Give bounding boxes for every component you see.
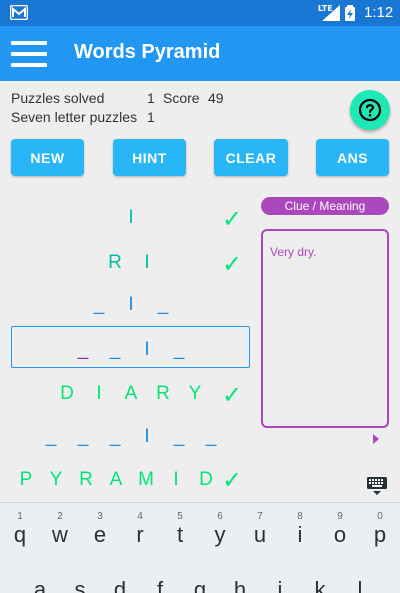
seven-letter-label: Seven letter puzzles [11, 109, 138, 125]
key-h[interactable]: h [220, 573, 260, 593]
letter-cell: I [144, 339, 150, 360]
letter-cell: _ [109, 339, 121, 360]
key-u[interactable]: 7u [240, 503, 280, 563]
letter-cell: Y [188, 383, 202, 404]
letter-cell: D [60, 383, 74, 404]
hint-button[interactable]: HINT [113, 139, 186, 176]
letter-cell: _ [157, 294, 169, 315]
keyboard-toggle-icon[interactable] [366, 476, 388, 496]
key-g[interactable]: g [180, 573, 220, 593]
key-s[interactable]: s [60, 573, 100, 593]
hamburger-menu-icon[interactable] [11, 41, 47, 67]
help-question-icon [358, 98, 382, 122]
letter-cell: I [128, 207, 134, 228]
letter-cell: Y [49, 469, 63, 490]
row-5-solved-check-icon: ✓ [222, 381, 243, 409]
score-value: 49 [208, 90, 224, 106]
letter-cell: _ [77, 426, 89, 447]
key-k[interactable]: k [300, 573, 340, 593]
letter-cell: _ [205, 426, 217, 447]
key-y[interactable]: 6y [200, 503, 240, 563]
soft-keyboard: 1q 2w 3e 4r 5t 6y 7u 8i 9o 0p a s d f g … [0, 502, 400, 593]
letter-cell: M [138, 469, 154, 490]
key-o[interactable]: 9o [320, 503, 360, 563]
letter-cell: R [108, 252, 122, 273]
letter-cell: I [144, 426, 150, 447]
key-d[interactable]: d [100, 573, 140, 593]
key-l[interactable]: l [340, 573, 380, 593]
next-clue-arrow-icon[interactable] [373, 434, 379, 444]
key-a[interactable]: a [20, 573, 60, 593]
letter-cell: I [173, 469, 179, 490]
letter-cell: P [19, 469, 33, 490]
letter-cell: _ [109, 426, 121, 447]
pyramid-row-1[interactable]: I [11, 207, 251, 229]
key-f[interactable]: f [140, 573, 180, 593]
clock: 1:12 [364, 4, 394, 21]
letter-cell: _ [45, 426, 57, 447]
pyramid-row-4[interactable]: _ _ I _ [11, 339, 251, 361]
letter-cell: A [124, 383, 138, 404]
status-bar: LTE 1:12 [0, 0, 400, 26]
letter-cell: A [109, 469, 123, 490]
pyramid-row-6[interactable]: _ _ _ I _ _ [11, 426, 251, 448]
letter-cell: R [156, 383, 170, 404]
puzzles-solved-value: 1 [147, 90, 155, 106]
signal-icon [322, 5, 340, 21]
letter-cell: _ [93, 294, 105, 315]
clear-button[interactable]: CLEAR [214, 139, 288, 176]
score-label: Score [163, 90, 200, 106]
letter-cell: D [199, 469, 213, 490]
ans-button[interactable]: ANS [316, 139, 389, 176]
pyramid-row-2[interactable]: RI [11, 252, 251, 274]
letter-cell: I [128, 294, 134, 315]
help-button[interactable] [350, 90, 390, 130]
letter-cell: I [96, 383, 102, 404]
key-t[interactable]: 5t [160, 503, 200, 563]
key-r[interactable]: 4r [120, 503, 160, 563]
key-q[interactable]: 1q [0, 503, 40, 563]
row-2-solved-check-icon: ✓ [222, 250, 243, 278]
letter-cell: _ [173, 426, 185, 447]
letter-cell-cursor: _ [77, 339, 89, 360]
letter-cell: _ [173, 339, 185, 360]
pyramid-row-7[interactable]: PYRAMID [3, 469, 229, 491]
key-i[interactable]: 8i [280, 503, 320, 563]
key-e[interactable]: 3e [80, 503, 120, 563]
pyramid-row-5[interactable]: D I ARY [11, 383, 251, 405]
clue-box: Very dry. [261, 229, 389, 428]
key-w[interactable]: 2w [40, 503, 80, 563]
row-1-solved-check-icon: ✓ [222, 205, 243, 233]
clue-label: Clue / Meaning [261, 197, 389, 215]
mail-notification-icon [10, 5, 28, 20]
app-title: Words Pyramid [74, 41, 221, 63]
battery-charging-icon [345, 5, 355, 21]
key-p[interactable]: 0p [360, 503, 400, 563]
row-7-solved-check-icon: ✓ [222, 466, 243, 494]
letter-cell: R [79, 469, 93, 490]
new-button[interactable]: NEW [11, 139, 84, 176]
letter-cell: I [144, 252, 150, 273]
app-bar: Words Pyramid [0, 26, 400, 81]
pyramid-row-3[interactable]: _ I _ [11, 294, 251, 316]
clue-text: Very dry. [270, 245, 317, 259]
seven-letter-value: 1 [147, 109, 155, 125]
key-j[interactable]: j [260, 573, 300, 593]
stats-panel: Puzzles solved 1 Score 49 Seven letter p… [11, 89, 224, 127]
puzzles-solved-label: Puzzles solved [11, 90, 105, 106]
